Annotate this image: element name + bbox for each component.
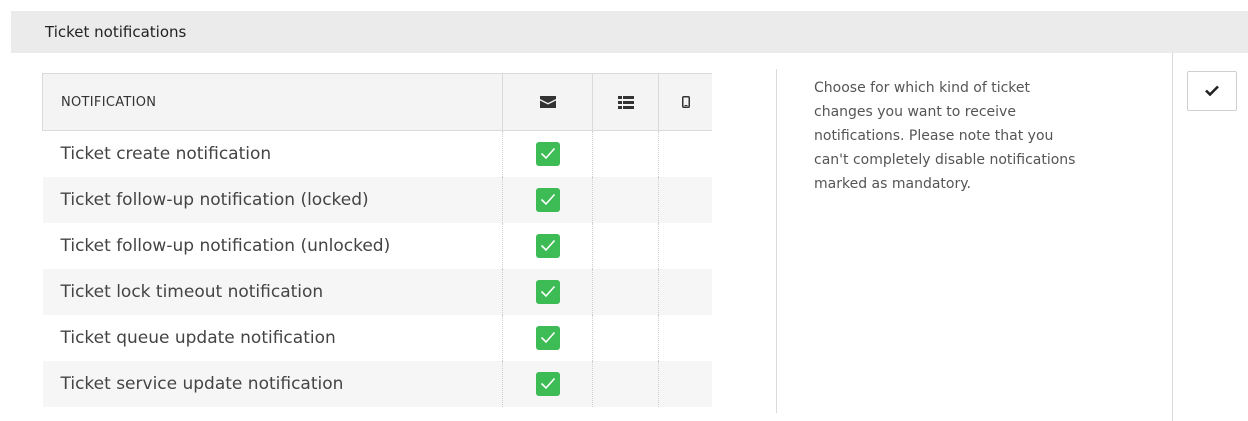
table-header-row: NOTIFICATION [42,73,712,131]
email-checkbox[interactable] [535,279,560,304]
checkmark-icon [1205,84,1219,99]
notification-label: Ticket service update notification [42,360,503,407]
notification-table: NOTIFICATION Ticket create notification … [42,73,712,407]
checkmark-icon [540,193,555,205]
web-cell [592,222,659,269]
email-checkbox[interactable] [535,325,560,350]
web-cell [592,176,659,223]
notification-label: Ticket follow-up notification (unlocked) [60,235,391,256]
table-row: Ticket create notification [43,130,712,177]
email-checkbox[interactable] [535,371,560,396]
table-row: Ticket lock timeout notification [42,268,712,315]
column-header-email [502,73,593,131]
email-cell [502,314,593,361]
list-icon [617,95,634,110]
email-cell [502,176,593,223]
sms-cell [658,360,712,407]
sms-cell [658,222,712,269]
sms-cell [658,268,712,315]
web-cell [592,130,659,177]
email-cell [502,360,593,407]
notification-label: Ticket create notification [60,143,272,164]
notification-table-wrapper[interactable]: NOTIFICATION Ticket create notification … [42,73,712,407]
ticket-notifications-panel: Ticket notifications NOTIFICATION Ticket… [11,11,1248,421]
panel-body: NOTIFICATION Ticket create notification … [11,53,1248,421]
notification-label: Ticket lock timeout notification [42,268,503,315]
notification-label: Ticket follow-up notification (locked) [42,176,503,223]
web-cell [592,360,659,407]
notification-label: Ticket queue update notification [60,327,336,348]
checkmark-icon [540,331,555,343]
email-cell [502,130,593,177]
email-cell [502,268,593,315]
column-header-notification: NOTIFICATION [42,73,503,131]
email-checkbox[interactable] [535,141,560,166]
table-row: Ticket service update notification [42,360,712,407]
panel-title: Ticket notifications [11,11,1248,53]
email-cell [502,222,593,269]
save-button[interactable] [1187,71,1237,111]
divider [1172,53,1173,421]
web-cell [592,268,659,315]
table-row: Ticket follow-up notification (unlocked) [43,222,712,269]
email-checkbox[interactable] [535,233,560,258]
column-header-web [592,73,659,131]
table-row: Ticket queue update notification [43,314,712,361]
checkmark-icon [540,377,555,389]
table-row: Ticket follow-up notification (locked) [42,176,712,223]
help-text: Choose for which kind of ticket changes … [814,80,1076,192]
email-checkbox[interactable] [535,187,560,212]
checkmark-icon [540,239,555,251]
checkmark-icon [540,285,555,297]
sms-cell [658,130,712,177]
envelope-icon [539,95,556,110]
sms-cell [658,176,712,223]
checkmark-icon [540,147,555,159]
divider [776,69,777,413]
mobile-icon [681,95,690,110]
column-header-sms [658,73,712,131]
sms-cell [658,314,712,361]
web-cell [592,314,659,361]
